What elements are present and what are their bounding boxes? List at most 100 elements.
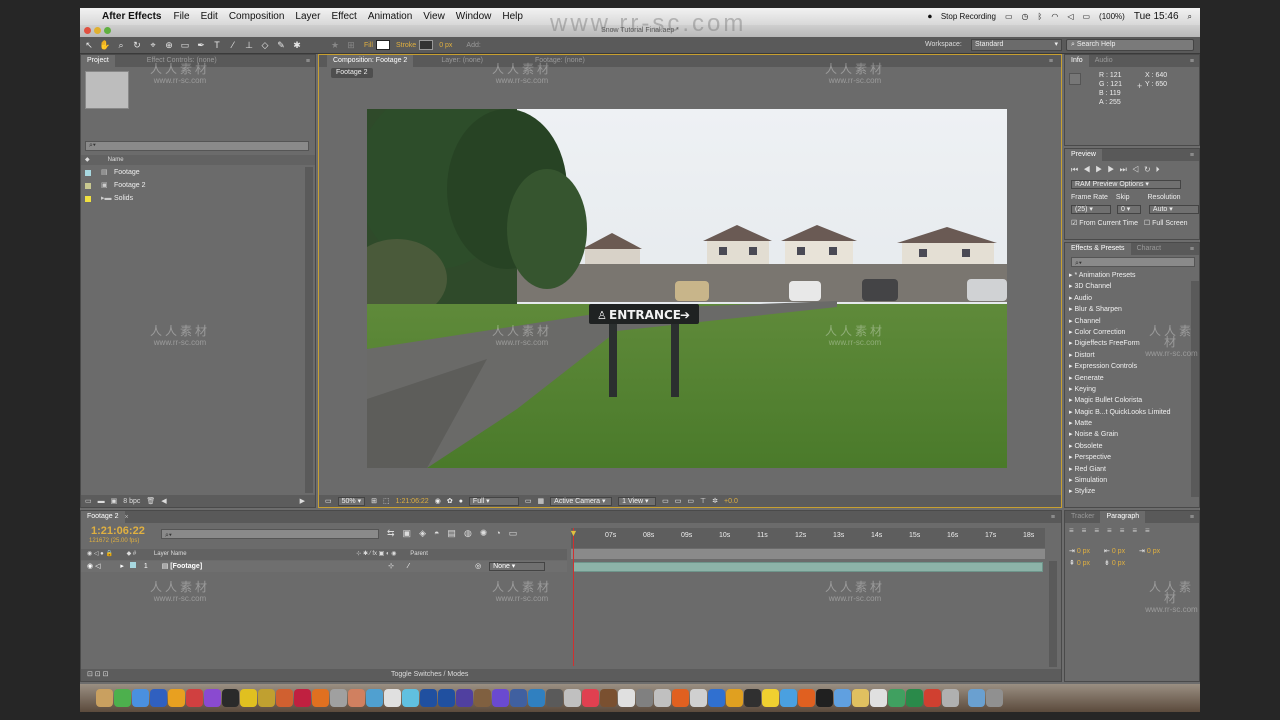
shy-switch-icon[interactable]: ⊹ <box>388 563 394 570</box>
brainstorm-icon[interactable]: ✺ <box>480 528 496 538</box>
name-column-header[interactable]: Name <box>108 157 124 163</box>
auto-keyframe-icon[interactable]: ◔ <box>495 528 508 538</box>
exposure-value[interactable]: +0.0 <box>724 498 738 505</box>
parent-pickwhip-icon[interactable]: ◎ <box>475 563 481 570</box>
stroke-width-value[interactable]: 0 px <box>439 42 452 49</box>
tab-paragraph[interactable]: Paragraph <box>1100 511 1146 523</box>
app-dock-icon[interactable] <box>888 689 905 707</box>
label-color-chip[interactable] <box>85 196 91 202</box>
axis-mode-icon[interactable]: ⊞ <box>344 39 358 52</box>
timeline-current-time[interactable]: 1:21:06:22 <box>91 525 145 537</box>
resolution-preview-dropdown[interactable]: Auto ▾ <box>1148 205 1199 214</box>
first-line-indent-value[interactable]: 0 px <box>1147 548 1160 555</box>
close-window-button[interactable] <box>84 27 91 34</box>
bpc-button[interactable]: 8 bpc <box>123 498 140 505</box>
previous-frame-icon[interactable]: ◀ <box>1083 165 1095 174</box>
star-icon[interactable]: ★ <box>328 39 342 52</box>
display-icon[interactable]: ▭ <box>1005 12 1013 21</box>
menu-view[interactable]: View <box>423 11 445 22</box>
app-dock-icon[interactable] <box>780 689 797 707</box>
menu-window[interactable]: Window <box>456 11 492 22</box>
app-dock-icon[interactable] <box>816 689 833 707</box>
last-frame-icon[interactable]: ⏭ <box>1120 165 1132 174</box>
app-dock-icon[interactable] <box>870 689 887 707</box>
always-preview-icon[interactable]: ▭ <box>325 497 332 505</box>
view-layout-dropdown[interactable]: 1 View ▾ <box>618 496 657 506</box>
menu-layer[interactable]: Layer <box>295 11 320 22</box>
panel-menu-icon[interactable]: ≡ <box>1190 152 1194 159</box>
hand-tool-icon[interactable]: ✋ <box>98 39 112 52</box>
mask-visibility-icon[interactable]: ⬚ <box>383 497 390 505</box>
work-area-bar[interactable] <box>571 549 1045 559</box>
frame-blending-icon[interactable]: ▤ <box>447 528 464 538</box>
ram-preview-icon[interactable]: ⏵ <box>1156 165 1165 174</box>
app-dock-icon[interactable] <box>474 689 491 707</box>
next-frame-icon[interactable]: ▶ <box>1107 165 1119 174</box>
label-color-chip[interactable] <box>85 183 91 189</box>
loop-icon[interactable]: ↻ <box>1144 165 1156 174</box>
snapshot-icon[interactable]: ◉ <box>435 497 441 505</box>
tab-timeline-footage-2[interactable]: Footage 2 <box>81 511 125 523</box>
effects-category[interactable]: ▸ Simulation <box>1069 475 1195 486</box>
tab-effects-presets[interactable]: Effects & Presets <box>1065 243 1131 255</box>
expand-switches-icons[interactable]: ⊡ ⊡ ⊡ <box>87 670 109 678</box>
full-screen-checkbox[interactable]: ☐ <box>1144 220 1152 227</box>
photoshop-dock-icon[interactable] <box>420 689 437 707</box>
draft-3d-icon[interactable]: ◈ <box>419 528 434 538</box>
minimize-window-button[interactable] <box>94 27 101 34</box>
effects-category[interactable]: ▸ Magic Bullet Colorista <box>1069 395 1195 406</box>
effects-category[interactable]: ▸ Magic B...t QuickLooks Limited <box>1069 407 1195 418</box>
wifi-icon[interactable]: ◠ <box>1051 12 1058 21</box>
camera-dropdown[interactable]: Active Camera ▾ <box>550 496 613 506</box>
current-time-indicator[interactable] <box>573 528 574 666</box>
safari-dock-icon[interactable] <box>132 689 149 707</box>
show-snapshot-icon[interactable]: ✿ <box>447 497 453 505</box>
selection-tool-icon[interactable]: ↖ <box>82 39 96 52</box>
project-scrollbar[interactable] <box>305 167 313 493</box>
panel-menu-icon[interactable]: ≡ <box>1051 514 1055 521</box>
effects-category[interactable]: ▸ Obsolete <box>1069 441 1195 452</box>
zoom-tool-icon[interactable]: ⌕ <box>114 39 128 52</box>
skip-dropdown[interactable]: 0 ▾ <box>1116 205 1141 214</box>
scroll-right-icon[interactable]: ▶ <box>300 497 305 505</box>
app-dock-icon[interactable] <box>762 689 779 707</box>
record-icon[interactable]: ⏺ <box>928 12 932 22</box>
justify-center-icon[interactable]: ≡ <box>1120 526 1133 535</box>
parent-header[interactable]: Parent <box>410 551 428 557</box>
tab-project[interactable]: Project <box>81 55 115 67</box>
layer-duration-bar[interactable] <box>573 562 1043 572</box>
volume-icon[interactable]: ◁ <box>1067 12 1073 21</box>
effects-category[interactable]: ▸ Audio <box>1069 293 1195 304</box>
finder-dock-icon[interactable] <box>96 689 113 707</box>
tab-layer[interactable]: Layer: (none) <box>435 55 489 67</box>
indent-right-value[interactable]: 0 px <box>1112 548 1125 555</box>
safe-zones-icon[interactable]: ⊞ <box>371 497 377 505</box>
app-dock-icon[interactable] <box>528 689 545 707</box>
downloads-dock-icon[interactable] <box>968 689 985 707</box>
app-dock-icon[interactable] <box>618 689 635 707</box>
effects-category[interactable]: ▸ * Animation Presets <box>1069 270 1195 281</box>
effects-scrollbar[interactable] <box>1191 281 1199 497</box>
puppet-pin-tool-icon[interactable]: ✱ <box>290 39 304 52</box>
hide-shy-layers-icon[interactable]: ◓ <box>434 528 447 538</box>
new-folder-icon[interactable]: ▬ <box>98 498 105 505</box>
time-machine-icon[interactable]: ◷ <box>1022 12 1029 21</box>
space-after-value[interactable]: 0 px <box>1112 560 1125 567</box>
stop-recording-label[interactable]: Stop Recording <box>941 12 996 21</box>
bluetooth-icon[interactable]: ᛒ <box>1038 12 1043 21</box>
app-dock-icon[interactable] <box>726 689 743 707</box>
toggle-pixel-aspect-icon[interactable]: ▭ <box>662 497 669 505</box>
app-dock-icon[interactable] <box>744 689 761 707</box>
clone-stamp-tool-icon[interactable]: ⊥ <box>242 39 256 52</box>
comp-mini-flowchart-icon[interactable]: ⇆ <box>387 528 403 538</box>
magnification-dropdown[interactable]: 50% ▾ <box>337 496 366 506</box>
menu-animation[interactable]: Animation <box>368 11 412 22</box>
app-dock-icon[interactable] <box>708 689 725 707</box>
app-dock-icon[interactable] <box>690 689 707 707</box>
search-help-input[interactable]: ⌕ Search Help <box>1066 39 1194 51</box>
clock[interactable]: Tue 15:46 <box>1134 11 1179 22</box>
panel-menu-icon[interactable]: ≡ <box>1190 246 1194 253</box>
notes-dock-icon[interactable] <box>240 689 257 707</box>
app-dock-icon[interactable] <box>834 689 851 707</box>
chrome-dock-icon[interactable] <box>186 689 203 707</box>
